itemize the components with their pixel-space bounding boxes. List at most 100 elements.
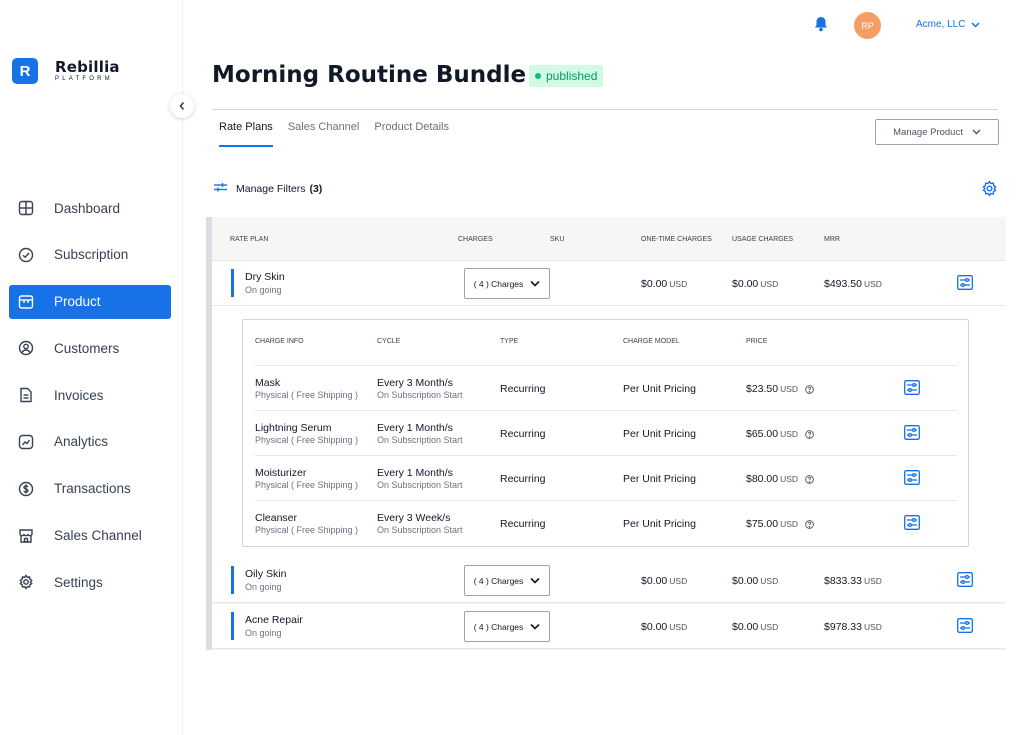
charge-price: $65.00 USD — [746, 428, 814, 440]
charge-row[interactable]: Moisturizer Physical ( Free Shipping ) E… — [255, 455, 957, 500]
table-row[interactable]: Acne Repair On going ( 4 ) Charges $0.00… — [212, 604, 1006, 649]
user-circle-icon — [17, 339, 35, 357]
charges-dropdown[interactable]: ( 4 ) Charges — [464, 565, 550, 596]
mrr: $978.33 USD — [824, 621, 882, 633]
chevron-down-icon — [530, 577, 540, 584]
col-charge-model: CHARGE MODEL — [623, 338, 680, 345]
brand-logo[interactable]: R Rebillia PLATFORM — [12, 58, 120, 84]
sidebar-item-label: Analytics — [54, 434, 109, 450]
charge-settings-icon[interactable] — [904, 425, 920, 445]
table-row[interactable]: Oily Skin On going ( 4 ) Charges $0.00 US… — [212, 558, 1006, 603]
row-accent — [231, 566, 234, 594]
charges-label: ( 4 ) Charges — [473, 575, 524, 586]
col-cycle: CYCLE — [377, 338, 401, 345]
tab-rate-plans[interactable]: Rate Plans — [219, 121, 273, 147]
sidebar-item-label: Customers — [54, 340, 120, 356]
sidebar-item-label: Dashboard — [54, 200, 121, 216]
account-switcher[interactable]: Acme, LLC — [916, 19, 980, 30]
charge-model: Per Unit Pricing — [623, 473, 696, 485]
charge-cycle: Every 3 Week/s — [377, 512, 451, 524]
rate-plan-status: On going — [245, 285, 282, 295]
chevron-down-icon — [530, 623, 540, 630]
charge-cycle: Every 1 Month/s — [377, 422, 453, 434]
charge-settings-icon[interactable] — [904, 470, 920, 490]
usage-charges: $0.00 USD — [732, 278, 779, 290]
row-accent — [231, 269, 234, 297]
col-sku: SKU — [550, 236, 565, 243]
chevron-down-icon — [530, 280, 540, 287]
sidebar-item-dashboard[interactable]: Dashboard — [9, 191, 171, 225]
notification-bell-icon[interactable] — [814, 16, 828, 37]
col-price: PRICE — [746, 338, 768, 345]
status-label: published — [546, 69, 598, 83]
sidebar-item-transactions[interactable]: Transactions — [9, 472, 171, 506]
help-icon[interactable] — [805, 429, 814, 439]
manage-filters-button[interactable]: Manage Filters (3) — [214, 182, 322, 195]
sidebar-nav: Dashboard Subscription Product Customers… — [9, 191, 171, 612]
sidebar-item-label: Settings — [54, 574, 103, 590]
sidebar: R Rebillia PLATFORM Dashboard Subscripti… — [0, 0, 183, 735]
help-icon[interactable] — [805, 519, 814, 529]
charge-price: $75.00 USD — [746, 518, 814, 530]
charge-type: Recurring — [500, 473, 546, 485]
charge-detail: Physical ( Free Shipping ) — [255, 390, 359, 400]
help-icon[interactable] — [805, 474, 814, 484]
chevron-down-icon — [972, 129, 981, 135]
rate-plan-status: On going — [245, 628, 282, 638]
logo-mark: R — [12, 58, 38, 84]
charge-row[interactable]: Lightning Serum Physical ( Free Shipping… — [255, 410, 957, 455]
logo-sub: PLATFORM — [55, 76, 113, 82]
tab-sales-channel[interactable]: Sales Channel — [288, 121, 360, 147]
sidebar-item-analytics[interactable]: Analytics — [9, 425, 171, 459]
status-dot — [535, 73, 541, 79]
rate-plan-name: Dry Skin — [245, 271, 285, 283]
charge-cycle: Every 1 Month/s — [377, 467, 453, 479]
charge-row[interactable]: Cleanser Physical ( Free Shipping ) Ever… — [255, 500, 957, 545]
table-row[interactable]: Dry Skin On going ( 4 ) Charges $0.00 USD… — [212, 261, 1006, 306]
sidebar-item-settings[interactable]: Settings — [9, 565, 171, 599]
sidebar-item-sales-channel[interactable]: Sales Channel — [9, 519, 171, 553]
charge-price: $23.50 USD — [746, 383, 814, 395]
row-settings-icon[interactable] — [957, 275, 973, 295]
manage-product-button[interactable]: Manage Product — [875, 119, 999, 145]
filters-count: (3) — [309, 182, 323, 195]
charge-model: Per Unit Pricing — [623, 518, 696, 530]
col-charges: CHARGES — [458, 236, 493, 243]
sidebar-item-customers[interactable]: Customers — [9, 331, 171, 365]
tab-product-details[interactable]: Product Details — [374, 121, 449, 147]
col-usage-charges: USAGE CHARGES — [732, 236, 794, 243]
charges-dropdown[interactable]: ( 4 ) Charges — [464, 611, 550, 642]
table-header: RATE PLAN CHARGES SKU ONE-TIME CHARGES U… — [212, 217, 1006, 261]
sidebar-item-label: Invoices — [54, 387, 104, 403]
sidebar-item-invoices[interactable]: Invoices — [9, 378, 171, 412]
charge-name: Cleanser — [255, 512, 298, 524]
charge-name: Moisturizer — [255, 467, 307, 479]
charge-model: Per Unit Pricing — [623, 428, 696, 440]
avatar[interactable]: RP — [854, 12, 881, 39]
charge-cycle: Every 3 Month/s — [377, 377, 453, 389]
charge-model: Per Unit Pricing — [623, 383, 696, 395]
charges-dropdown[interactable]: ( 4 ) Charges — [464, 268, 550, 299]
chevron-left-icon — [179, 101, 185, 111]
charges-table: CHARGE INFO CYCLE TYPE CHARGE MODEL PRIC… — [242, 319, 969, 547]
help-icon[interactable] — [805, 384, 814, 394]
analytics-icon — [17, 433, 35, 451]
col-charge-info: CHARGE INFO — [255, 338, 304, 345]
col-one-time-charges: ONE-TIME CHARGES — [641, 236, 712, 243]
charge-type: Recurring — [500, 428, 546, 440]
charge-row[interactable]: Mask Physical ( Free Shipping ) Every 3 … — [255, 365, 957, 410]
charge-detail: Physical ( Free Shipping ) — [255, 480, 359, 490]
col-mrr: MRR — [824, 236, 840, 243]
charge-cycle-start: On Subscription Start — [377, 390, 463, 400]
row-settings-icon[interactable] — [957, 572, 973, 592]
sidebar-item-product[interactable]: Product — [9, 284, 171, 319]
row-settings-icon[interactable] — [957, 618, 973, 638]
sidebar-item-subscription[interactable]: Subscription — [9, 238, 171, 272]
charge-settings-icon[interactable] — [904, 380, 920, 400]
charge-settings-icon[interactable] — [904, 515, 920, 535]
collapse-sidebar-button[interactable] — [170, 94, 194, 118]
table-settings-gear-icon[interactable] — [981, 180, 998, 202]
page-title: Morning Routine Bundle — [212, 62, 527, 88]
charge-type: Recurring — [500, 383, 546, 395]
manage-product-label: Manage Product — [893, 126, 963, 138]
